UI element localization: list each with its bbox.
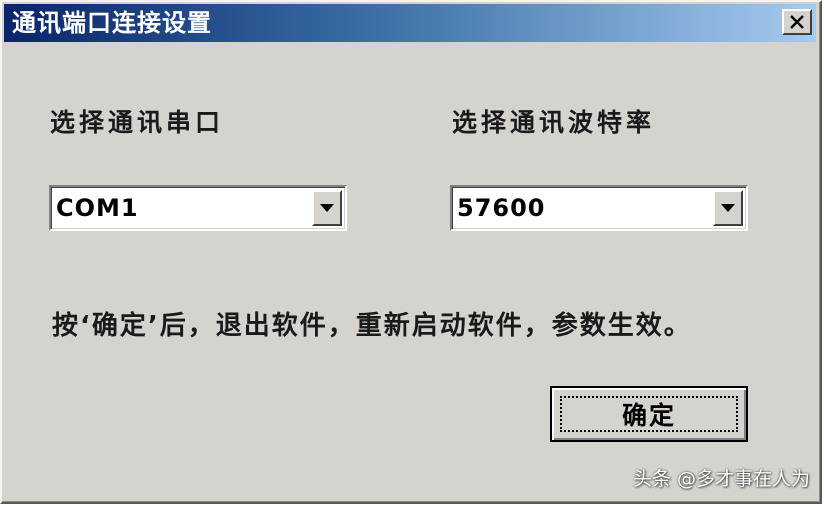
chevron-down-icon [721, 204, 735, 212]
port-dropdown-button[interactable] [312, 190, 342, 226]
instruction-text: 按‘确定’后，退出软件，重新启动软件，参数生效。 [52, 311, 692, 341]
dialog-window: 通讯端口连接设置 选择通讯串口 选择通讯波特率 COM1 57600 按‘确定’… [0, 0, 822, 504]
ok-button[interactable]: 确定 [550, 386, 748, 442]
port-select[interactable]: COM1 [49, 185, 347, 231]
window-title: 通讯端口连接设置 [12, 9, 212, 37]
ok-button-label: 确定 [621, 401, 676, 430]
baud-select-value: 57600 [457, 194, 546, 222]
port-label: 选择通讯串口 [50, 108, 225, 137]
baud-dropdown-button[interactable] [713, 190, 743, 226]
watermark: 头条 @多才事在人为 [632, 468, 810, 490]
close-icon [790, 15, 804, 29]
baud-label: 选择通讯波特率 [452, 108, 656, 137]
close-button[interactable] [782, 9, 812, 35]
baud-select[interactable]: 57600 [450, 185, 748, 231]
port-select-value: COM1 [56, 194, 139, 222]
chevron-down-icon [320, 204, 334, 212]
title-bar[interactable]: 通讯端口连接设置 [4, 4, 816, 42]
